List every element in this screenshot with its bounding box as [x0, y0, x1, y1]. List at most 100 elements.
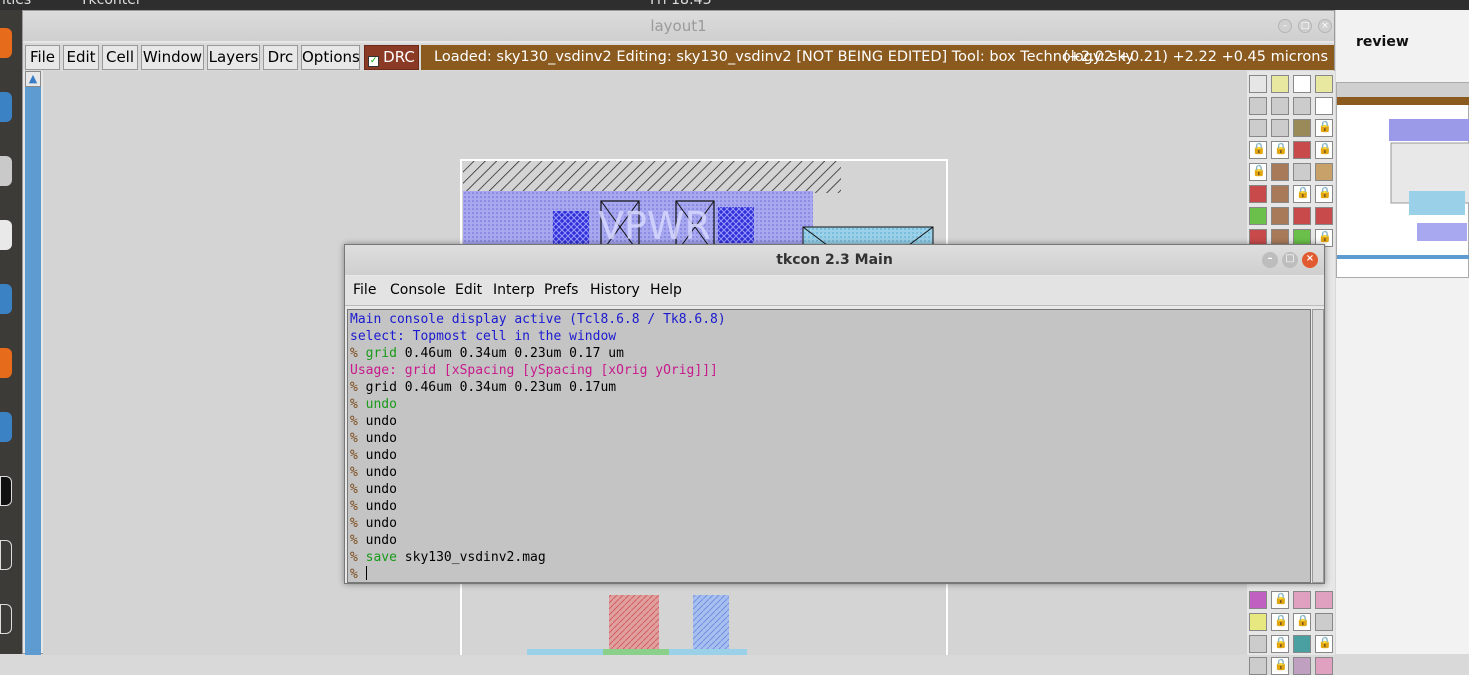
- layer-swatch[interactable]: [1249, 75, 1267, 93]
- vertical-scrollbar[interactable]: ▲: [25, 71, 41, 655]
- layer-swatch[interactable]: [1315, 207, 1333, 225]
- console-line: % undo: [350, 532, 1308, 549]
- console-scrollbar[interactable]: [1312, 309, 1324, 583]
- locked-layer-swatch[interactable]: [1315, 141, 1333, 159]
- layer-swatch[interactable]: [1271, 163, 1289, 181]
- tkcon-menu-history[interactable]: History: [590, 282, 640, 298]
- tkcon-menu-file[interactable]: File: [353, 282, 376, 298]
- line-text: undo: [365, 465, 397, 480]
- window-icon[interactable]: [0, 540, 12, 570]
- firefox-icon[interactable]: [0, 28, 12, 58]
- layer-swatch[interactable]: [1249, 613, 1267, 631]
- browser-icon[interactable]: [0, 92, 12, 122]
- help-icon[interactable]: [0, 412, 12, 442]
- layer-swatch[interactable]: [1315, 657, 1333, 675]
- locked-layer-swatch[interactable]: [1249, 163, 1267, 181]
- layer-swatch[interactable]: [1315, 75, 1333, 93]
- layer-swatch[interactable]: [1271, 119, 1289, 137]
- layer-swatch[interactable]: [1315, 613, 1333, 631]
- console-output[interactable]: Main console display active (Tcl8.6.8 / …: [347, 309, 1311, 583]
- layer-swatch[interactable]: [1293, 119, 1311, 137]
- layer-swatch[interactable]: [1293, 635, 1311, 653]
- layer-swatch[interactable]: [1293, 207, 1311, 225]
- menu-window[interactable]: Window: [141, 45, 204, 70]
- tkcon-menu-help[interactable]: Help: [650, 282, 682, 298]
- active-app-label[interactable]: Tkconter: [80, 0, 142, 8]
- layer-swatch[interactable]: [1249, 119, 1267, 137]
- layer-swatch[interactable]: [1293, 591, 1311, 609]
- menu-cell[interactable]: Cell: [102, 45, 138, 70]
- menu-layers[interactable]: Layers: [207, 45, 260, 70]
- scroll-up-icon[interactable]: ▲: [25, 71, 41, 87]
- layer-swatch[interactable]: [1293, 163, 1311, 181]
- drc-toggle[interactable]: ✓ DRC: [364, 45, 419, 70]
- layer-swatch[interactable]: [1293, 141, 1311, 159]
- layer-swatch[interactable]: [1271, 185, 1289, 203]
- menu-drc[interactable]: Drc: [263, 45, 298, 70]
- layer-swatch[interactable]: [1249, 207, 1267, 225]
- layer-swatch[interactable]: [1315, 591, 1333, 609]
- tkcon-maximize-icon[interactable]: □: [1282, 252, 1298, 268]
- layer-swatch[interactable]: [1249, 657, 1267, 675]
- thumbnail-drawing: [1337, 83, 1469, 259]
- layer-swatch[interactable]: [1271, 207, 1289, 225]
- close-icon[interactable]: ×: [1318, 19, 1332, 33]
- layer-swatch[interactable]: [1271, 75, 1289, 93]
- locked-layer-swatch[interactable]: [1315, 119, 1333, 137]
- prompt: %: [350, 465, 366, 480]
- menu-options[interactable]: Options: [301, 45, 360, 70]
- tkcon-close-icon[interactable]: ×: [1302, 252, 1318, 268]
- prompt: %: [350, 397, 366, 412]
- terminal-icon[interactable]: [0, 476, 12, 506]
- locked-layer-swatch[interactable]: [1271, 657, 1289, 675]
- files-icon[interactable]: [0, 156, 12, 186]
- line-text: undo: [365, 482, 397, 497]
- line-text: undo: [365, 448, 397, 463]
- layer-swatch[interactable]: [1293, 97, 1311, 115]
- locked-layer-swatch[interactable]: [1249, 141, 1267, 159]
- locked-layer-swatch[interactable]: [1271, 141, 1289, 159]
- locked-layer-swatch[interactable]: [1271, 635, 1289, 653]
- tkcon-window: tkcon 2.3 Main – □ × File Console Edit I…: [344, 244, 1325, 584]
- clock[interactable]: Fri 18:43: [650, 0, 711, 8]
- tkcon-minimize-icon[interactable]: –: [1262, 252, 1278, 268]
- tkcon-menu-interp[interactable]: Interp: [493, 282, 535, 298]
- layer-swatch[interactable]: [1271, 97, 1289, 115]
- locked-layer-swatch[interactable]: [1315, 185, 1333, 203]
- software-icon[interactable]: [0, 348, 12, 378]
- maximize-icon[interactable]: □: [1298, 19, 1312, 33]
- layer-swatch[interactable]: [1315, 163, 1333, 181]
- magic-title-bar[interactable]: layout1 – □ ×: [23, 11, 1334, 41]
- magic-title: layout1: [650, 17, 707, 35]
- prompt: %: [350, 533, 366, 548]
- locked-layer-swatch[interactable]: [1315, 635, 1333, 653]
- layer-swatch[interactable]: [1249, 185, 1267, 203]
- menu-edit[interactable]: Edit: [63, 45, 99, 70]
- preview-thumbnail[interactable]: [1336, 82, 1469, 278]
- command: undo: [365, 397, 397, 412]
- layer-swatch[interactable]: [1249, 591, 1267, 609]
- locked-layer-swatch[interactable]: [1293, 185, 1311, 203]
- console-line: % undo: [350, 396, 1308, 413]
- tkcon-menu-edit[interactable]: Edit: [455, 282, 482, 298]
- vpwr-label: VPWR: [598, 204, 711, 248]
- menu-file[interactable]: File: [25, 45, 60, 70]
- tkcon-menu-console[interactable]: Console: [390, 282, 446, 298]
- window-icon-2[interactable]: [0, 604, 12, 634]
- activities-label[interactable]: ities: [2, 0, 31, 8]
- layer-swatch[interactable]: [1249, 97, 1267, 115]
- writer-icon[interactable]: [0, 284, 12, 314]
- minimize-icon[interactable]: –: [1278, 19, 1292, 33]
- locked-layer-swatch[interactable]: [1271, 591, 1289, 609]
- command: save: [365, 550, 397, 565]
- tkcon-title-bar[interactable]: tkcon 2.3 Main – □ ×: [345, 245, 1324, 275]
- app-icon[interactable]: [0, 220, 12, 250]
- locked-layer-swatch[interactable]: [1293, 613, 1311, 631]
- layer-swatch[interactable]: [1249, 635, 1267, 653]
- prompt: %: [350, 346, 366, 361]
- layer-swatch[interactable]: [1293, 657, 1311, 675]
- locked-layer-swatch[interactable]: [1271, 613, 1289, 631]
- layer-swatch[interactable]: [1293, 75, 1311, 93]
- tkcon-menu-prefs[interactable]: Prefs: [544, 282, 578, 298]
- layer-swatch[interactable]: [1315, 97, 1333, 115]
